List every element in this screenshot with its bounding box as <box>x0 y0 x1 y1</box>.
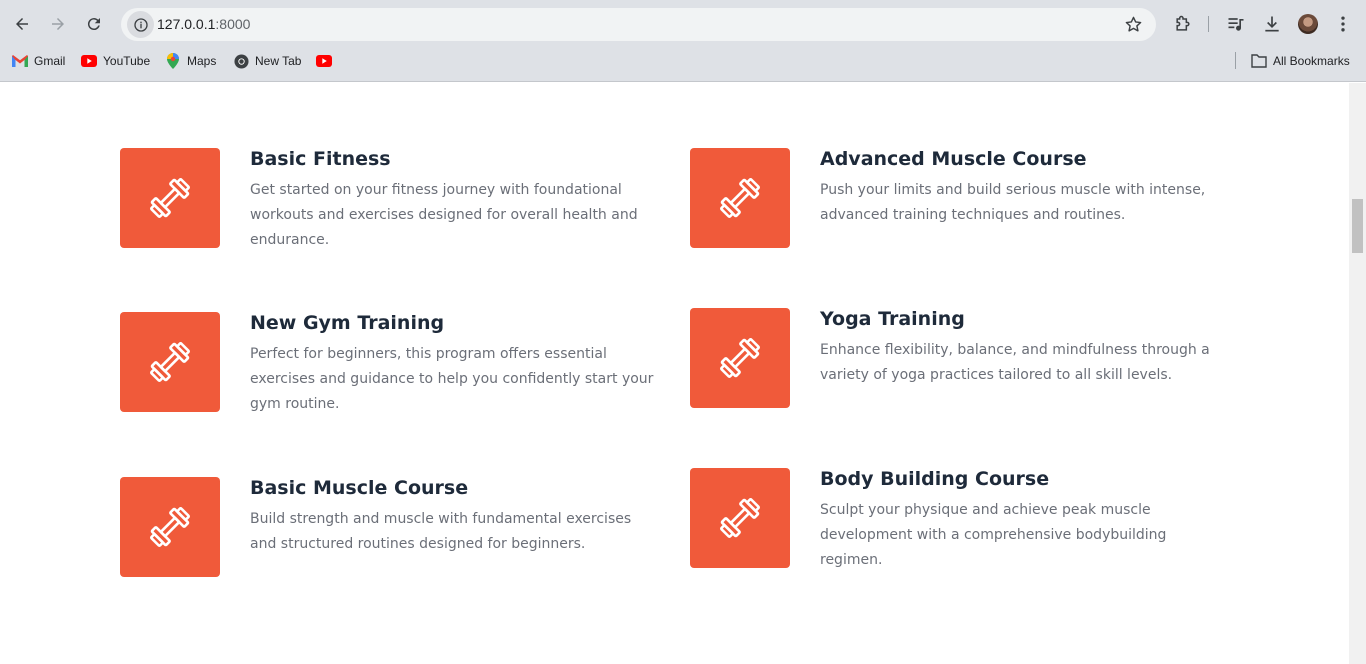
url-host: 127.0.0.1 <box>157 16 216 32</box>
reload-icon <box>87 18 100 31</box>
bookmark-label: New Tab <box>255 54 302 68</box>
maps-icon <box>165 53 181 69</box>
back-button[interactable] <box>7 9 37 39</box>
course-title[interactable]: Basic Fitness <box>250 148 391 170</box>
browser-menu-button[interactable] <box>1332 13 1354 35</box>
dumbbell-icon <box>150 507 190 547</box>
course-card-basic-fitness[interactable]: Basic Fitness Get started on your fitnes… <box>120 148 660 258</box>
course-title[interactable]: Advanced Muscle Course <box>820 148 1087 170</box>
course-description: Push your limits and build serious muscl… <box>820 182 1206 223</box>
bookmark-youtube[interactable]: YouTube <box>81 52 150 70</box>
course-card-advanced-muscle[interactable]: Advanced Muscle Course Push your limits … <box>690 148 1230 258</box>
dumbbell-icon <box>150 342 190 382</box>
course-title[interactable]: Basic Muscle Course <box>250 477 468 499</box>
course-title[interactable]: Body Building Course <box>820 468 1049 490</box>
course-icon-box <box>690 148 790 248</box>
address-bar[interactable]: 127.0.0.1:8000 <box>121 8 1156 41</box>
course-title[interactable]: New Gym Training <box>250 312 444 334</box>
bookmark-label: Maps <box>187 54 217 68</box>
arrow-right-icon <box>52 18 64 30</box>
toolbar-divider <box>1208 16 1209 32</box>
page-content: Basic Fitness Get started on your fitnes… <box>0 83 1349 664</box>
url-port: :8000 <box>215 16 251 32</box>
bookmarks-divider <box>1235 52 1236 69</box>
dumbbell-icon <box>720 338 760 378</box>
course-icon-box <box>120 312 220 412</box>
course-description: Enhance flexibility, balance, and mindfu… <box>820 342 1210 383</box>
url-text[interactable]: 127.0.0.1:8000 <box>157 16 250 32</box>
course-description: Sculpt your physique and achieve peak mu… <box>820 502 1167 568</box>
dumbbell-icon <box>150 178 190 218</box>
bookmark-label: YouTube <box>103 54 151 68</box>
all-bookmarks-button[interactable]: All Bookmarks <box>1251 52 1350 70</box>
course-icon-box <box>120 477 220 577</box>
dumbbell-icon <box>720 178 760 218</box>
bookmark-youtube-2[interactable] <box>316 52 338 70</box>
site-info-button[interactable] <box>127 11 154 38</box>
bookmark-new-tab[interactable]: New Tab <box>233 52 301 70</box>
course-description: Get started on your fitness journey with… <box>250 182 638 248</box>
puzzle-icon <box>1176 15 1190 31</box>
course-card-body-building[interactable]: Body Building Course Sculpt your physiqu… <box>690 468 1230 578</box>
bookmark-star-icon[interactable] <box>1124 15 1143 34</box>
youtube-icon <box>81 53 97 69</box>
course-icon-box <box>690 308 790 408</box>
course-icon-box <box>120 148 220 248</box>
scrollbar-thumb[interactable] <box>1352 199 1363 253</box>
course-card-yoga-training[interactable]: Yoga Training Enhance flexibility, balan… <box>690 308 1230 418</box>
chrome-icon <box>233 53 249 69</box>
browser-toolbar: 127.0.0.1:8000 <box>0 6 1366 42</box>
reload-button[interactable] <box>79 9 109 39</box>
youtube-icon <box>316 53 332 69</box>
arrow-left-icon <box>16 18 28 30</box>
browser-chrome: 127.0.0.1:8000 Gmail YouTube Maps New Ta… <box>0 0 1366 82</box>
forward-button[interactable] <box>43 9 73 39</box>
all-bookmarks-label: All Bookmarks <box>1273 54 1350 68</box>
bookmark-gmail[interactable]: Gmail <box>12 52 65 70</box>
bookmark-label: Gmail <box>34 54 66 68</box>
course-card-new-gym-training[interactable]: New Gym Training Perfect for beginners, … <box>120 312 660 422</box>
extensions-button[interactable] <box>1172 13 1194 35</box>
course-description: Perfect for beginners, this program offe… <box>250 346 654 412</box>
page-scrollbar[interactable] <box>1349 83 1366 664</box>
download-icon <box>1265 16 1279 32</box>
folder-icon <box>1251 53 1267 69</box>
more-vertical-icon <box>1341 16 1345 32</box>
course-description: Build strength and muscle with fundament… <box>250 511 632 552</box>
course-card-basic-muscle[interactable]: Basic Muscle Course Build strength and m… <box>120 477 660 587</box>
gmail-icon <box>12 53 28 69</box>
course-icon-box <box>690 468 790 568</box>
downloads-button[interactable] <box>1261 13 1283 35</box>
info-icon <box>133 17 148 32</box>
profile-avatar[interactable] <box>1298 14 1318 34</box>
bookmarks-bar: Gmail YouTube Maps New Tab All Bookmarks <box>0 48 1366 74</box>
course-title[interactable]: Yoga Training <box>820 308 965 330</box>
bookmark-maps[interactable]: Maps <box>165 52 216 70</box>
queue-music-icon <box>1228 18 1244 31</box>
media-controls-button[interactable] <box>1225 13 1247 35</box>
dumbbell-icon <box>720 498 760 538</box>
